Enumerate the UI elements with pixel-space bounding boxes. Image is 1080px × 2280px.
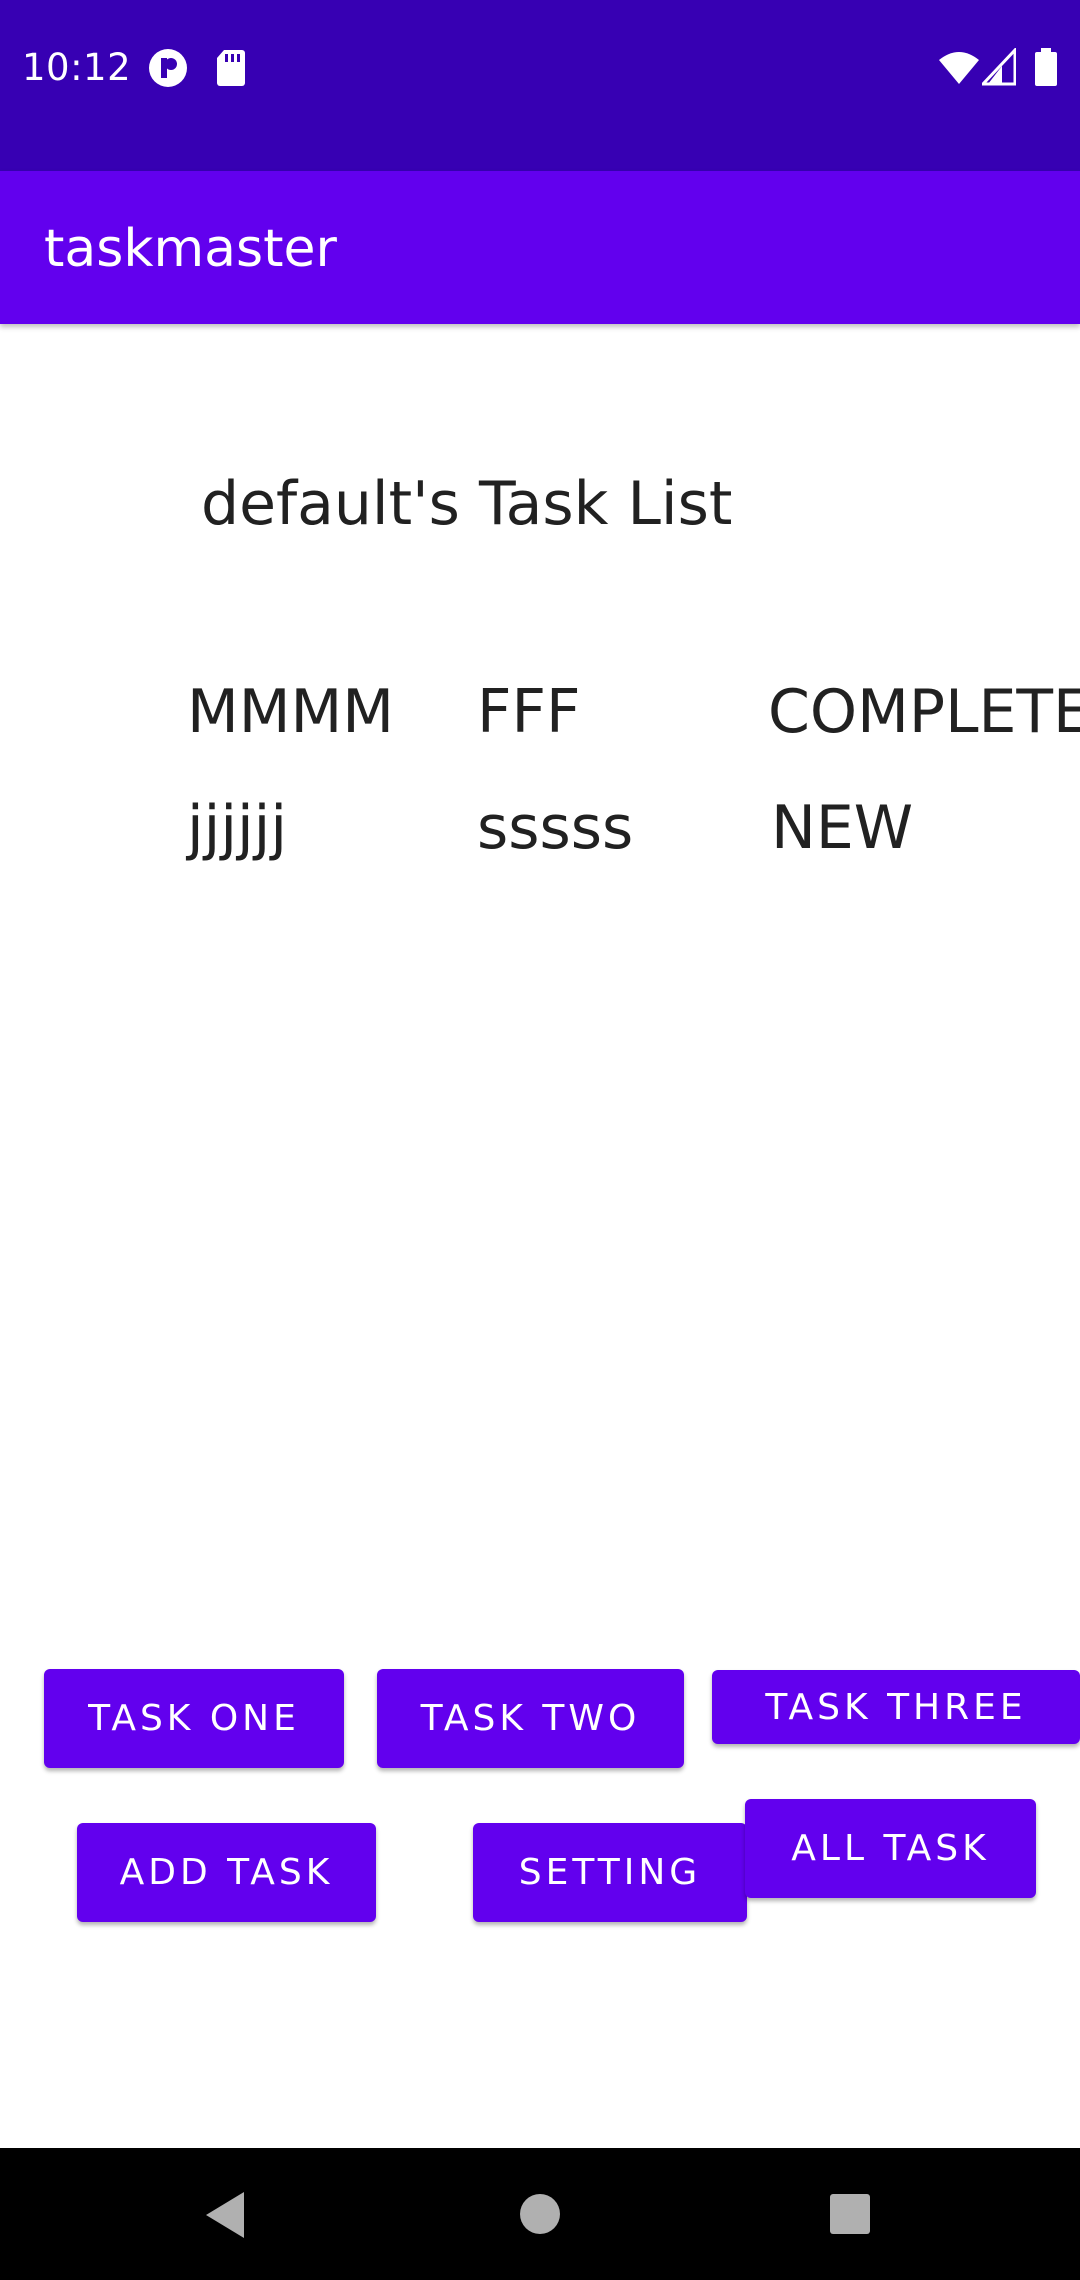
task-1-title[interactable]: MMMM [187,676,394,748]
task-one-button[interactable]: TASK ONE [44,1669,344,1768]
wifi-icon [938,48,980,88]
task-1-body[interactable]: FFF [477,676,581,748]
sd-card-icon [216,48,256,88]
navigation-bar [0,2148,1080,2280]
screen: 10:12 taskmaster default's Task List MMM… [0,0,1080,2280]
signal-icon [979,46,1017,88]
app-bar: taskmaster [0,171,1080,324]
task-2-body[interactable]: sssss [477,792,633,864]
notification-app-icon [148,48,188,88]
back-icon[interactable] [200,2188,250,2247]
task-1-state[interactable]: COMPLETE [768,676,1080,748]
recents-icon[interactable] [828,2192,872,2241]
home-icon[interactable] [518,2192,562,2241]
task-2-state[interactable]: NEW [771,792,913,864]
task-two-button[interactable]: TASK TWO [377,1669,684,1768]
task-2-title[interactable]: jjjjjj [187,792,287,864]
status-time: 10:12 [22,46,132,89]
task-three-button[interactable]: TASK THREE [712,1670,1080,1744]
app-title: taskmaster [44,219,337,279]
task-list-title: default's Task List [201,469,733,539]
status-bar: 10:12 [0,0,1080,171]
all-task-button[interactable]: ALL TASK [745,1799,1036,1898]
setting-button[interactable]: SETTING [473,1823,747,1922]
add-task-button[interactable]: ADD TASK [77,1823,376,1922]
battery-icon [1034,48,1058,88]
